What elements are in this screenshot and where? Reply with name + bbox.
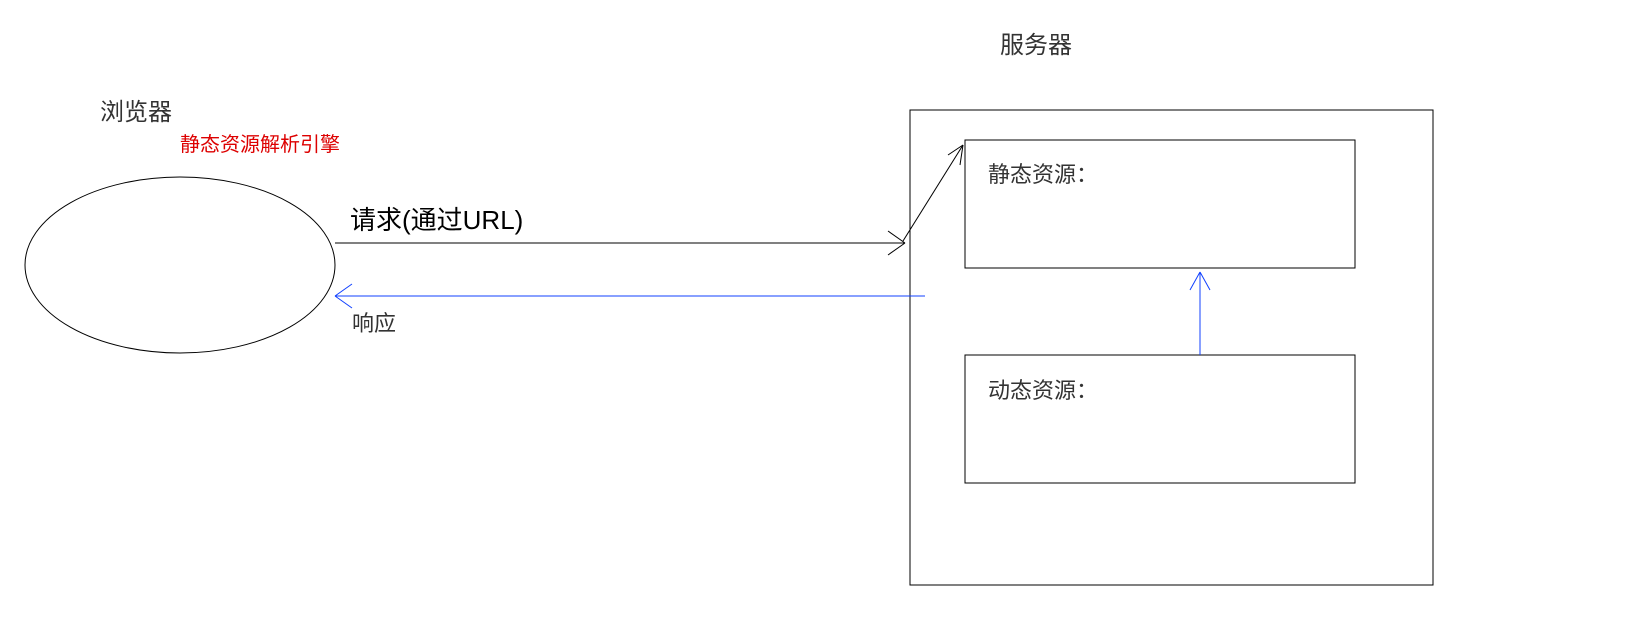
response-arrow-head-2 — [335, 296, 352, 308]
browser-title: 浏览器 — [100, 92, 172, 127]
dyn-to-static-head-2 — [1200, 272, 1210, 290]
response-arrow-head-1 — [335, 284, 352, 296]
request-arrow-head-2 — [888, 243, 905, 255]
server-title: 服务器 — [1000, 25, 1072, 60]
diagram-canvas — [0, 0, 1636, 624]
static-resource-label: 静态资源： — [988, 157, 1098, 189]
request-label: 请求(通过URL) — [350, 200, 523, 237]
response-label: 响应 — [352, 306, 396, 338]
dynamic-resource-label: 动态资源： — [988, 373, 1098, 405]
request-branch-head-2 — [960, 145, 963, 165]
engine-label: 静态资源解析引擎 — [180, 128, 340, 157]
request-arrow-head-1 — [888, 231, 905, 243]
request-branch-line — [903, 145, 963, 241]
browser-ellipse — [25, 177, 335, 353]
dyn-to-static-head-1 — [1190, 272, 1200, 290]
request-branch-head-1 — [948, 145, 963, 155]
